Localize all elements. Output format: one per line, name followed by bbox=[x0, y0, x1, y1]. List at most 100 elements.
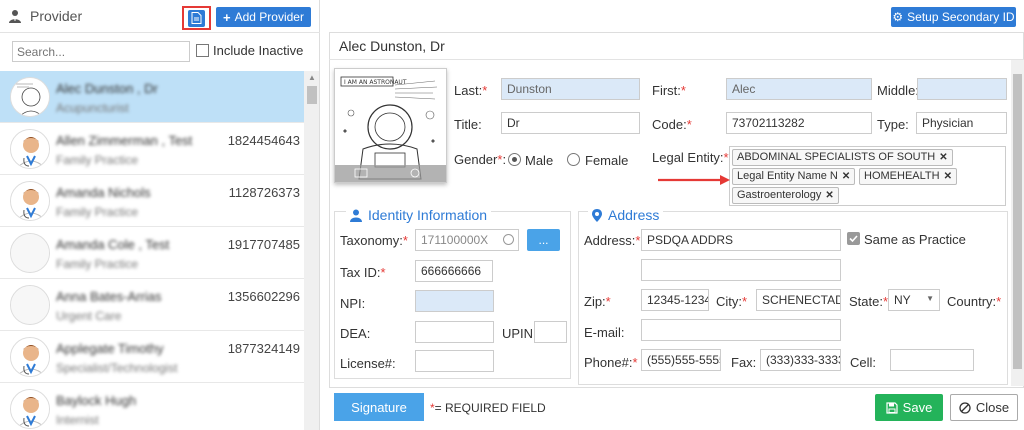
provider-avatar bbox=[10, 337, 50, 377]
checkmark-icon bbox=[849, 235, 858, 243]
astronaut-sketch-image: I AM AN ASTRONAUT bbox=[335, 69, 446, 182]
detail-scroll-thumb[interactable] bbox=[1013, 74, 1022, 369]
tax-id-field[interactable]: 666666666 bbox=[415, 260, 493, 282]
middle-name-field[interactable] bbox=[917, 78, 1007, 100]
title-field[interactable]: Dr bbox=[501, 112, 640, 134]
floppy-disk-icon bbox=[886, 401, 898, 414]
include-inactive-checkbox[interactable] bbox=[196, 44, 209, 57]
same-as-practice-label: Same as Practice bbox=[864, 232, 966, 247]
user-icon bbox=[350, 209, 362, 222]
provider-avatar bbox=[10, 389, 50, 429]
include-inactive-toggle[interactable]: Include Inactive bbox=[196, 43, 303, 58]
type-select[interactable]: Physician bbox=[916, 112, 1007, 134]
provider-npi: 1917707485 bbox=[227, 237, 300, 252]
provider-avatar bbox=[10, 77, 50, 117]
address-section-title: Address bbox=[588, 207, 664, 223]
provider-name: Anna Bates-Arrias bbox=[56, 289, 162, 304]
code-field[interactable]: 73702113282 bbox=[726, 112, 872, 134]
email-field[interactable] bbox=[641, 319, 841, 341]
provider-name: Amanda Nichols bbox=[56, 185, 151, 200]
dea-field[interactable] bbox=[415, 321, 494, 343]
gender-female-radio[interactable] bbox=[567, 153, 580, 166]
gear-icon: ⚙ bbox=[892, 10, 904, 24]
last-name-label: Last:* bbox=[454, 83, 488, 98]
phone-label: Phone#:* bbox=[584, 355, 638, 370]
export-button[interactable] bbox=[182, 6, 211, 30]
gender-male-label: Male bbox=[525, 153, 554, 168]
npi-label: NPI: bbox=[340, 296, 366, 311]
card-divider bbox=[329, 59, 1024, 60]
setup-secondary-id-button[interactable]: ⚙ Setup Secondary ID bbox=[891, 7, 1016, 27]
upin-label: UPIN: bbox=[502, 326, 537, 341]
include-inactive-label: Include Inactive bbox=[213, 43, 304, 58]
provider-specialty: Internist bbox=[56, 413, 99, 427]
add-provider-button[interactable]: + Add Provider bbox=[216, 7, 311, 27]
cell-field[interactable] bbox=[890, 349, 974, 371]
code-label: Code:* bbox=[652, 117, 692, 132]
provider-name: Allen Zimmerman , Test bbox=[56, 133, 193, 148]
provider-name: Applegate Timothy bbox=[56, 341, 164, 356]
provider-list-item[interactable]: Applegate Timothy Specialist/Technologist… bbox=[0, 331, 304, 383]
provider-npi: 1824454643 bbox=[227, 133, 300, 148]
export-file-icon bbox=[188, 9, 205, 27]
provider-list-item[interactable]: Amanda Cole , Test Family Practice 1917707… bbox=[0, 227, 304, 279]
npi-field[interactable] bbox=[415, 290, 494, 312]
save-button[interactable]: Save bbox=[875, 394, 943, 421]
provider-card-title: Alec Dunston, Dr bbox=[339, 38, 445, 54]
zip-field[interactable]: 12345-1234 bbox=[641, 289, 709, 311]
save-label: Save bbox=[902, 400, 933, 415]
address-line1-field[interactable]: PSDQA ADDRS bbox=[641, 229, 841, 251]
phone-field[interactable]: (555)555-5555 bbox=[641, 349, 721, 371]
taxonomy-label: Taxonomy:* bbox=[340, 233, 408, 248]
taxonomy-lookup-button[interactable]: ... bbox=[527, 229, 560, 251]
remove-tag-icon[interactable]: ✕ bbox=[842, 171, 850, 182]
provider-photo[interactable]: I AM AN ASTRONAUT bbox=[334, 68, 447, 183]
fax-field[interactable]: (333)333-3333 bbox=[760, 349, 841, 371]
provider-specialty: Family Practice bbox=[56, 257, 139, 271]
map-marker-icon bbox=[592, 208, 602, 222]
provider-specialty: Urgent Care bbox=[56, 309, 122, 323]
required-field-note: *= REQUIRED FIELD bbox=[430, 401, 546, 415]
gender-female-label: Female bbox=[585, 153, 629, 168]
license-field[interactable] bbox=[415, 350, 494, 372]
legal-entity-tag: Gastroenterology ✕ bbox=[732, 187, 839, 204]
provider-list-item[interactable]: Amanda Nichols Family Practice 1128726373 bbox=[0, 175, 304, 227]
legal-entity-tag: HOMEHEALTH ✕ bbox=[859, 168, 957, 185]
last-name-field[interactable]: Dunston bbox=[501, 78, 640, 100]
provider-specialty: Family Practice bbox=[56, 153, 139, 167]
provider-list-item[interactable]: Allen Zimmerman , Test Family Practice 182… bbox=[0, 123, 304, 175]
type-label: Type: bbox=[877, 117, 909, 132]
search-input[interactable] bbox=[12, 41, 190, 62]
address-line2-field[interactable] bbox=[641, 259, 841, 281]
provider-list-item[interactable]: Anna Bates-Arrias Urgent Care 1356602296 bbox=[0, 279, 304, 331]
remove-tag-icon[interactable]: ✕ bbox=[825, 190, 833, 201]
provider-name: Baylock Hugh bbox=[56, 393, 137, 408]
annotation-arrow-icon bbox=[658, 175, 730, 185]
city-field[interactable]: SCHENECTADY bbox=[756, 289, 841, 311]
remove-tag-icon[interactable]: ✕ bbox=[944, 171, 952, 182]
panel-title: Provider bbox=[30, 8, 83, 24]
same-as-practice-checkbox[interactable] bbox=[847, 232, 860, 245]
middle-name-label: Middle: bbox=[877, 83, 919, 98]
provider-avatar bbox=[10, 129, 50, 169]
ban-icon bbox=[959, 401, 971, 414]
signature-button[interactable]: Signature bbox=[334, 393, 424, 421]
first-name-field[interactable]: Alec bbox=[726, 78, 872, 100]
city-label: City:* bbox=[716, 294, 748, 309]
close-button[interactable]: Close bbox=[950, 394, 1018, 421]
provider-list-scroll-thumb[interactable] bbox=[307, 86, 317, 104]
license-label: License#: bbox=[340, 356, 396, 371]
provider-list-panel: Provider + Add Provider Include Inactive… bbox=[0, 0, 320, 430]
provider-list-item[interactable]: Alec Dunston , Dr Acupuncturist bbox=[0, 71, 304, 123]
upin-field[interactable] bbox=[534, 321, 567, 343]
legal-entity-tag: Legal Entity Name N ✕ bbox=[732, 168, 856, 185]
scroll-up-arrow-icon[interactable]: ▲ bbox=[307, 74, 317, 82]
provider-list-scrollbar[interactable] bbox=[304, 71, 319, 430]
provider-list-item[interactable]: Baylock Hugh Internist bbox=[0, 383, 304, 430]
remove-tag-icon[interactable]: ✕ bbox=[939, 152, 947, 163]
setup-secondary-id-label: Setup Secondary ID bbox=[907, 10, 1015, 24]
cell-label: Cell: bbox=[850, 355, 877, 370]
email-label: E-mail: bbox=[584, 325, 625, 340]
state-select[interactable]: NY ▼ bbox=[888, 289, 940, 311]
gender-male-radio[interactable] bbox=[508, 153, 521, 166]
